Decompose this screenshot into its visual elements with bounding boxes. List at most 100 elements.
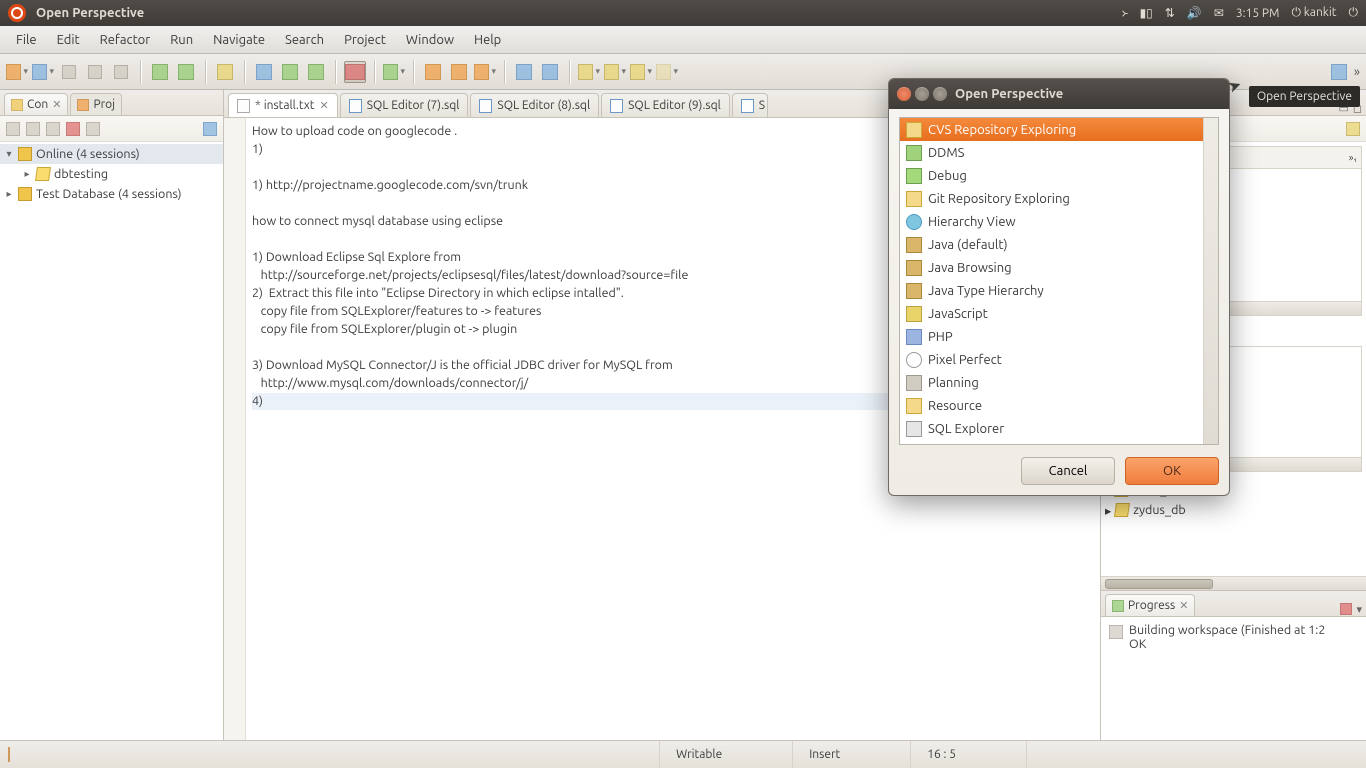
perspective-item-cvs[interactable]: CVS Repository Exploring [900, 118, 1218, 141]
avd-manager-button[interactable] [175, 61, 197, 83]
user-menu[interactable]: ⏻ kankit [1291, 6, 1336, 20]
perspective-item-ddms[interactable]: DDMS [900, 141, 1218, 164]
forward-button[interactable] [656, 61, 678, 83]
new-android-button[interactable] [305, 61, 327, 83]
menu-edit[interactable]: Edit [47, 29, 90, 51]
status-insert: Insert [792, 741, 910, 768]
save-all-button[interactable] [84, 61, 106, 83]
editor-tab-sql7[interactable]: SQL Editor (7).sql [340, 93, 469, 117]
progress-label: Building workspace (Finished at 1:2 [1129, 623, 1325, 637]
annotations-button[interactable] [539, 61, 561, 83]
dialog-titlebar[interactable]: Open Perspective [889, 79, 1229, 109]
volume-icon[interactable]: 🔊 [1187, 6, 1202, 20]
open-perspective-dialog: Open Perspective CVS Repository Explorin… [888, 78, 1230, 496]
new-java-button[interactable] [253, 61, 275, 83]
app-title: Open Perspective [36, 6, 144, 20]
scrollbar[interactable] [1101, 576, 1366, 590]
delete-icon[interactable] [66, 122, 80, 136]
new-wizard-button[interactable] [32, 61, 54, 83]
tab-connections[interactable]: Con✕ [4, 93, 68, 115]
perspective-item-planning[interactable]: Planning [900, 371, 1218, 394]
perspective-item-pixelperfect[interactable]: Pixel Perfect [900, 348, 1218, 371]
network-icon[interactable]: ⇅ [1165, 6, 1175, 20]
mail-icon[interactable]: ✉ [1214, 6, 1224, 20]
ok-button[interactable]: OK [1125, 457, 1219, 485]
android-sdk-button[interactable] [149, 61, 171, 83]
device-button[interactable] [344, 61, 366, 83]
tree-node-dbtesting[interactable]: ▸dbtesting [0, 164, 223, 184]
menu-project[interactable]: Project [334, 29, 396, 51]
perspective-list[interactable]: CVS Repository Exploring DDMS Debug Git … [899, 117, 1219, 445]
menu-help[interactable]: Help [464, 29, 511, 51]
new-conn-icon[interactable] [6, 122, 20, 136]
open-perspective-button[interactable] [1328, 61, 1350, 83]
open-type-button[interactable] [422, 61, 444, 83]
editor-tab-sql9[interactable]: SQL Editor (9).sql [601, 93, 730, 117]
last-edit-button[interactable] [578, 61, 600, 83]
menu-search[interactable]: Search [275, 29, 334, 51]
menu-window[interactable]: Window [396, 29, 464, 51]
new-folder-icon[interactable] [26, 122, 40, 136]
status-bar: Writable Insert 16 : 5 [0, 740, 1366, 768]
perspective-item-javascript[interactable]: JavaScript [900, 302, 1218, 325]
db-tree-item[interactable]: ▸zydus_db [1105, 500, 1362, 520]
new-button[interactable] [6, 61, 28, 83]
edit-icon[interactable] [46, 122, 60, 136]
menu-run[interactable]: Run [160, 29, 203, 51]
debug-button[interactable] [383, 61, 405, 83]
perspective-item-resource[interactable]: Resource [900, 394, 1218, 417]
cancel-button[interactable]: Cancel [1021, 457, 1115, 485]
menu-navigate[interactable]: Navigate [203, 29, 275, 51]
tooltip: Open Perspective [1249, 86, 1360, 107]
new-package-button[interactable] [474, 61, 496, 83]
close-icon[interactable]: ✕ [1179, 599, 1188, 612]
open-task-button[interactable] [448, 61, 470, 83]
editor-tab-sql8[interactable]: SQL Editor (8).sql [470, 93, 599, 117]
power-icon[interactable]: ⏻ [1349, 6, 1359, 20]
bluetooth-icon[interactable]: ᚛ [1121, 6, 1127, 20]
tab-progress[interactable]: Progress✕ [1105, 594, 1195, 616]
progress-item-icon [1109, 625, 1123, 639]
perspective-item-javatypehier[interactable]: Java Type Hierarchy [900, 279, 1218, 302]
perspective-item-git[interactable]: Git Repository Exploring [900, 187, 1218, 210]
save-button[interactable] [58, 61, 80, 83]
print-button[interactable] [110, 61, 132, 83]
system-menubar: Open Perspective ᚛ ▮▯ ⇅ 🔊 ✉ 3:15 PM ⏻ ka… [0, 0, 1366, 26]
status-writable: Writable [659, 741, 792, 768]
close-icon[interactable]: ✕ [320, 99, 329, 112]
filter-icon[interactable] [203, 122, 217, 136]
lint-button[interactable] [214, 61, 236, 83]
refresh-icon[interactable] [86, 122, 100, 136]
menu-icon[interactable]: ▾ [1356, 603, 1362, 616]
tree-node-online[interactable]: ▾Online (4 sessions) [0, 144, 223, 164]
close-icon[interactable]: ✕ [52, 98, 61, 111]
perspective-switcher-icon[interactable] [8, 748, 10, 761]
dialog-max-icon[interactable] [933, 87, 947, 101]
junit-button[interactable] [279, 61, 301, 83]
main-menubar: File Edit Refactor Run Navigate Search P… [0, 26, 1366, 54]
back-button[interactable] [630, 61, 652, 83]
perspective-item-sqlexplorer[interactable]: SQL Explorer [900, 417, 1218, 440]
perspective-item-hierarchy[interactable]: Hierarchy View [900, 210, 1218, 233]
editor-tab-install[interactable]: *install.txt✕ [228, 93, 338, 117]
battery-icon[interactable]: ▮▯ [1140, 6, 1153, 20]
dialog-close-icon[interactable] [897, 87, 911, 101]
perspective-item-javabrowsing[interactable]: Java Browsing [900, 256, 1218, 279]
tab-project[interactable]: Proj [70, 93, 122, 115]
remove-all-icon[interactable] [1340, 603, 1352, 615]
perspective-item-php[interactable]: PHP [900, 325, 1218, 348]
clock[interactable]: 3:15 PM [1236, 7, 1280, 20]
dialog-min-icon[interactable] [915, 87, 929, 101]
dialog-title-text: Open Perspective [955, 87, 1063, 101]
editor-tab-more[interactable]: S [732, 93, 768, 117]
ubuntu-logo-icon[interactable] [8, 4, 26, 22]
perspective-item-debug[interactable]: Debug [900, 164, 1218, 187]
menu-refactor[interactable]: Refactor [90, 29, 161, 51]
nav-button[interactable] [604, 61, 626, 83]
goto-icon[interactable] [1346, 122, 1360, 136]
perspective-item-java[interactable]: Java (default) [900, 233, 1218, 256]
progress-view: Progress✕ ▾ Building workspace (Finished… [1101, 590, 1366, 740]
tree-node-testdb[interactable]: ▸Test Database (4 sessions) [0, 184, 223, 204]
menu-file[interactable]: File [6, 29, 47, 51]
search-button[interactable] [513, 61, 535, 83]
